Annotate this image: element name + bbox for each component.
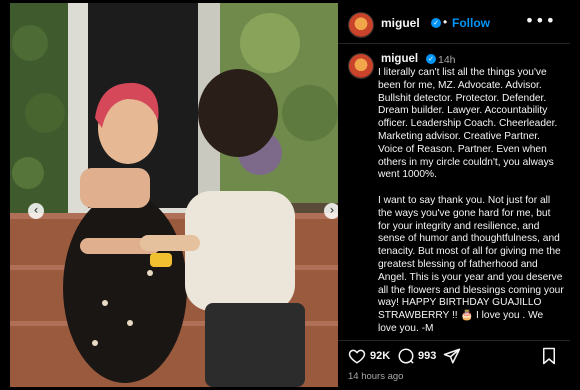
comment-count[interactable]: 993 <box>418 350 436 362</box>
caption-avatar[interactable] <box>348 53 374 79</box>
photo-illustration <box>10 3 338 387</box>
paper-plane-icon[interactable] <box>443 347 461 365</box>
caption-username[interactable]: miguel <box>381 53 418 65</box>
post-side-panel: miguel ✓ • Follow ••• miguel ✓ 14h I lit… <box>338 3 570 387</box>
verified-badge-icon: ✓ <box>426 54 436 64</box>
chevron-right-icon[interactable]: › <box>324 203 338 219</box>
post-photo[interactable]: ‹ › <box>10 3 338 387</box>
comment-bubble-icon[interactable] <box>397 347 415 365</box>
instagram-post-modal: ‹ › miguel ✓ • Follow ••• miguel ✓ 14h I… <box>0 0 580 390</box>
chevron-left-icon[interactable]: ‹ <box>28 203 44 219</box>
like-count[interactable]: 92K <box>370 350 390 362</box>
caption-text: I literally can't list all the things yo… <box>378 67 564 334</box>
avatar[interactable] <box>348 12 374 38</box>
bookmark-icon[interactable] <box>541 347 557 365</box>
verified-badge-icon: ✓ <box>431 18 441 28</box>
post-header: miguel ✓ • Follow ••• <box>338 3 570 44</box>
post-timestamp: 14 hours ago <box>348 371 404 382</box>
follow-button[interactable]: Follow <box>452 16 490 30</box>
action-bar: 92K 993 14 hours ago <box>338 340 570 388</box>
header-username[interactable]: miguel <box>381 16 420 30</box>
more-options-icon[interactable]: ••• <box>525 11 556 30</box>
caption-time[interactable]: 14h <box>438 54 456 66</box>
heart-icon[interactable] <box>348 347 366 365</box>
separator-dot: • <box>443 15 448 29</box>
